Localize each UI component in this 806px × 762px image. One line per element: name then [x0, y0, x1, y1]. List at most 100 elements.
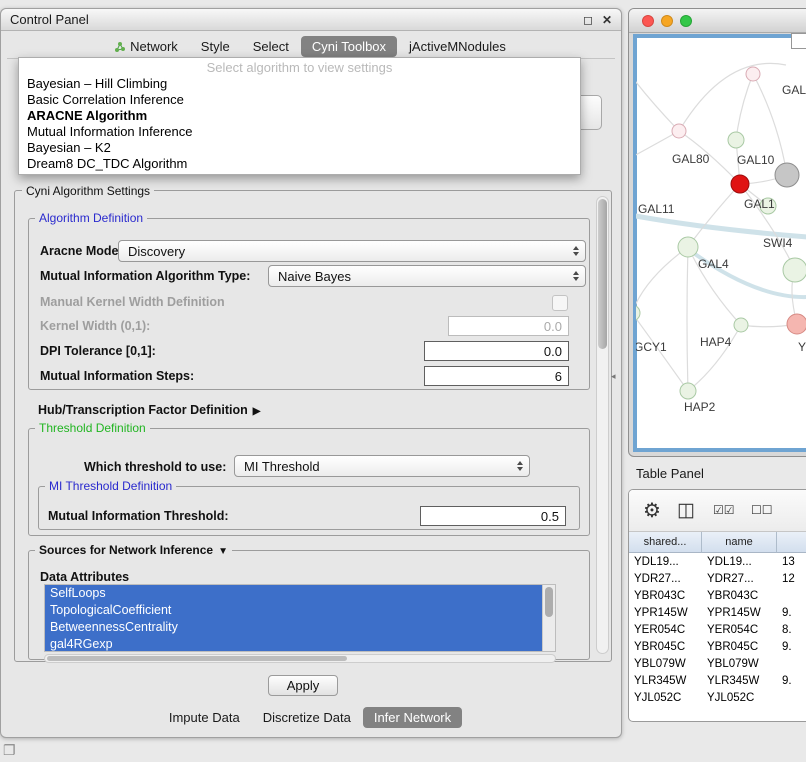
table-cell[interactable] — [777, 588, 806, 605]
dropdown-option-bayesian-hill-climbing[interactable]: Bayesian – Hill Climbing — [19, 76, 580, 92]
table-row[interactable]: YLR345WYLR345W9. — [629, 673, 806, 690]
table-row[interactable]: YJL052CYJL052C — [629, 690, 806, 707]
table-cell[interactable]: YBR043C — [629, 588, 702, 605]
network-edge[interactable] — [736, 74, 753, 140]
table-row[interactable]: YDR27...YDR27...12 — [629, 571, 806, 588]
table-column-header[interactable]: shared... — [629, 532, 702, 553]
apply-button[interactable]: Apply — [268, 675, 338, 696]
float-window-icon[interactable]: ◻ — [583, 13, 593, 27]
table-cell[interactable]: YDL19... — [629, 554, 702, 571]
tab-cyni-toolbox[interactable]: Cyni Toolbox — [301, 36, 397, 57]
network-edge[interactable] — [636, 77, 679, 131]
table-cell[interactable]: YJL052C — [629, 690, 702, 707]
table-cell[interactable]: YBR045C — [702, 639, 777, 656]
table-cell[interactable]: 9. — [777, 673, 806, 690]
table-cell[interactable]: YER054C — [702, 622, 777, 639]
table-column-header[interactable] — [777, 532, 806, 553]
hub-section-toggle[interactable]: Hub/Transcription Factor Definition▶ — [38, 399, 260, 421]
table-cell[interactable]: YDR27... — [629, 571, 702, 588]
deselect-all-icon[interactable]: ☐☐ — [751, 503, 773, 517]
collapsed-panel-icon[interactable]: ❐ — [3, 742, 16, 759]
network-node[interactable] — [678, 237, 698, 257]
gear-icon[interactable]: ⚙ — [643, 498, 661, 523]
table-row[interactable]: YDL19...YDL19...13 — [629, 554, 806, 571]
network-canvas[interactable]: GALGAL80GAL10GAL11GAL1SWI4GAL4GCY1HAP4HA… — [636, 37, 806, 443]
network-node[interactable] — [636, 305, 640, 321]
attribute-list-item[interactable]: BetweennessCentrality — [45, 619, 544, 636]
table-cell[interactable]: 9. — [777, 605, 806, 622]
splitter-collapse-icon[interactable]: ◂ — [611, 371, 616, 382]
attribute-list-item[interactable]: gal4RGexp — [45, 636, 544, 652]
table-cell[interactable]: 13 — [777, 554, 806, 571]
which-threshold-combo[interactable]: MI Threshold — [234, 455, 530, 477]
bottom-tab-impute-data[interactable]: Impute Data — [158, 707, 251, 728]
network-edge[interactable] — [636, 215, 806, 237]
network-scroll-box[interactable] — [791, 33, 806, 49]
table-row[interactable]: YBL079WYBL079W — [629, 656, 806, 673]
attribute-list-hscrollbar-thumb[interactable] — [47, 656, 347, 661]
dropdown-option-dream8-dc-tdc-algorithm[interactable]: Dream8 DC_TDC Algorithm — [19, 156, 580, 172]
attribute-list-item[interactable]: SelfLoops — [45, 585, 544, 602]
network-node[interactable] — [731, 175, 749, 193]
network-edge[interactable] — [688, 184, 740, 247]
table-row[interactable]: YBR043CYBR043C — [629, 588, 806, 605]
network-node[interactable] — [787, 314, 806, 334]
dropdown-option-mutual-information-inference[interactable]: Mutual Information Inference — [19, 124, 580, 140]
network-node[interactable] — [728, 132, 744, 148]
table-cell[interactable]: YBL079W — [629, 656, 702, 673]
attribute-list-hscrollbar[interactable] — [44, 654, 556, 663]
settings-scrollbar-thumb[interactable] — [598, 199, 607, 349]
bottom-tab-discretize-data[interactable]: Discretize Data — [252, 707, 362, 728]
mi-steps-field[interactable]: 6 — [424, 366, 569, 386]
network-node[interactable] — [783, 258, 806, 282]
table-cell[interactable]: YPR145W — [702, 605, 777, 622]
table-column-header[interactable]: name — [702, 532, 777, 553]
tab-select[interactable]: Select — [242, 36, 300, 57]
table-cell[interactable]: 9. — [777, 639, 806, 656]
table-cell[interactable] — [777, 656, 806, 673]
dropdown-option-basic-correlation-inference[interactable]: Basic Correlation Inference — [19, 92, 580, 108]
select-all-icon[interactable]: ☑☑ — [713, 503, 735, 517]
bottom-tab-infer-network[interactable]: Infer Network — [363, 707, 462, 728]
zoom-traffic-light[interactable] — [680, 15, 692, 27]
network-node[interactable] — [680, 383, 696, 399]
table-cell[interactable] — [777, 690, 806, 707]
network-edge[interactable] — [679, 63, 786, 131]
table-cell[interactable]: YPR145W — [629, 605, 702, 622]
network-edge[interactable] — [636, 247, 688, 313]
close-traffic-light[interactable] — [642, 15, 654, 27]
table-row[interactable]: YPR145WYPR145W9. — [629, 605, 806, 622]
column-view-icon[interactable]: ◫ — [677, 499, 695, 522]
network-edge[interactable] — [687, 247, 688, 391]
table-cell[interactable]: YER054C — [629, 622, 702, 639]
table-cell[interactable]: 12 — [777, 571, 806, 588]
control-panel-titlebar[interactable]: Control Panel ◻ ✕ — [1, 9, 621, 31]
sources-toggle[interactable]: Sources for Network Inference▼ — [35, 543, 232, 557]
table-cell[interactable]: YLR345W — [702, 673, 777, 690]
network-node[interactable] — [746, 67, 760, 81]
network-node[interactable] — [672, 124, 686, 138]
tab-network[interactable]: Network — [103, 36, 189, 57]
close-window-icon[interactable]: ✕ — [602, 13, 612, 27]
aracne-mode-combo[interactable]: Discovery — [118, 240, 586, 262]
table-cell[interactable]: YDR27... — [702, 571, 777, 588]
network-node[interactable] — [775, 163, 799, 187]
table-cell[interactable]: YDL19... — [702, 554, 777, 571]
network-node[interactable] — [734, 318, 748, 332]
minimize-traffic-light[interactable] — [661, 15, 673, 27]
attribute-list-scrollbar-thumb[interactable] — [545, 587, 553, 617]
table-cell[interactable]: YBL079W — [702, 656, 777, 673]
table-cell[interactable]: 8. — [777, 622, 806, 639]
mi-type-combo[interactable]: Naive Bayes — [268, 265, 586, 287]
table-row[interactable]: YER054CYER054C8. — [629, 622, 806, 639]
tab-jactivemnodules[interactable]: jActiveMNodules — [398, 36, 517, 57]
table-row[interactable]: YBR045CYBR045C9. — [629, 639, 806, 656]
settings-scrollbar[interactable] — [596, 196, 609, 654]
table-cell[interactable]: YBR043C — [702, 588, 777, 605]
network-window-titlebar[interactable] — [629, 9, 806, 33]
dropdown-option-bayesian-k2[interactable]: Bayesian – K2 — [19, 140, 580, 156]
table-cell[interactable]: YLR345W — [629, 673, 702, 690]
attribute-list-item[interactable]: TopologicalCoefficient — [45, 602, 544, 619]
attribute-list-scrollbar[interactable] — [542, 585, 555, 651]
dropdown-option-aracne-algorithm[interactable]: ARACNE Algorithm — [19, 108, 580, 124]
